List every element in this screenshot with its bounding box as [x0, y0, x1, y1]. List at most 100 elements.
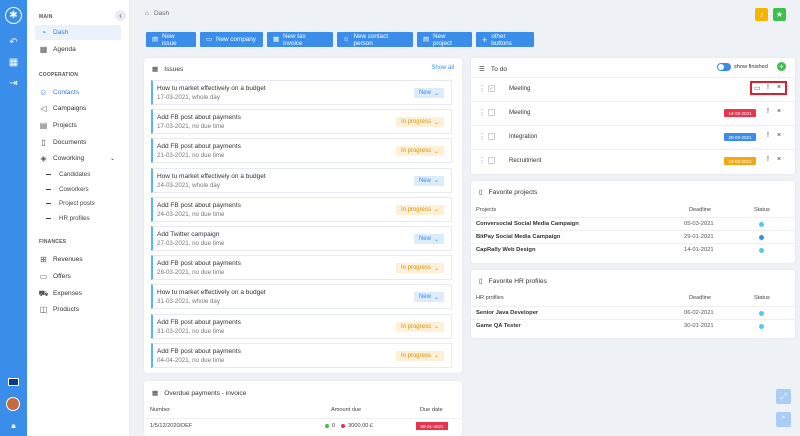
status-dropdown[interactable]: In progress ⌄	[395, 204, 444, 215]
collapse-sidebar-button[interactable]: ‹	[115, 10, 126, 21]
issue-title[interactable]: Add FB post about payments	[157, 348, 241, 355]
issue-item[interactable]: How tu market effectively on a budget 17-…	[151, 80, 452, 105]
issue-item[interactable]: Add FB post about payments 24-03-2021, no…	[151, 196, 452, 222]
issue-title[interactable]: Add Twitter campaign	[157, 231, 219, 238]
todo-date-badge[interactable]: 14-03-2021	[724, 109, 756, 117]
todo-checkbox[interactable]	[488, 133, 495, 140]
row-name[interactable]: BitPay Social Media Campaign	[476, 234, 560, 240]
drag-handle-icon[interactable]: ⋮	[478, 84, 486, 93]
issue-item[interactable]: How tu market effectively on a budget 24-…	[151, 167, 452, 193]
issue-title[interactable]: Add FB post about payments	[157, 202, 241, 209]
sidebar-item-expenses[interactable]: ⛟ Expenses	[35, 286, 121, 301]
sidebar-subitem-project-posts[interactable]: Project posts	[46, 200, 95, 207]
language-flag-icon[interactable]	[8, 378, 19, 386]
sidebar-item-projects[interactable]: ▤ Projects	[35, 118, 121, 133]
amount-due: 0 3000,00 £	[325, 423, 373, 429]
issue-item[interactable]: Add FB post about payments 21-03-2021, no…	[151, 138, 452, 164]
sidebar-item-coworking[interactable]: ◈ Coworking ⌄	[35, 151, 121, 166]
issue-title[interactable]: Add FB post about payments	[157, 260, 241, 267]
sidebar-item-documents[interactable]: ▯ Documents	[35, 135, 121, 150]
priority-icon[interactable]: !	[767, 132, 769, 139]
table-row[interactable]: Senior Java Developer 06-02-2021	[471, 306, 795, 319]
status-label: New	[418, 294, 431, 301]
todo-checkbox[interactable]	[488, 109, 495, 116]
issue-item[interactable]: Add FB post about payments 28-03-2021, no…	[151, 255, 452, 281]
back-icon[interactable]: ↶	[6, 35, 21, 50]
priority-icon[interactable]: !	[767, 156, 769, 163]
sidebar-item-products[interactable]: ◫ Products	[35, 302, 121, 317]
status-dropdown[interactable]: New ⌄	[413, 292, 444, 303]
show-finished-label: show finished	[734, 64, 768, 70]
todo-date-badge[interactable]: 20-03-2021	[724, 133, 756, 141]
delete-icon[interactable]: ×	[777, 156, 781, 163]
logo-icon[interactable]: ✱	[5, 7, 22, 24]
new-tax-invoice-button[interactable]: ▦ New tax invoice	[267, 32, 333, 47]
home-icon[interactable]: ⌂	[145, 10, 149, 17]
new-project-button[interactable]: ▤ New project	[417, 32, 472, 47]
sidebar-item-dash[interactable]: ◔ Dash	[35, 25, 121, 40]
show-finished-toggle[interactable]	[717, 63, 731, 71]
drag-handle-icon[interactable]: ⋮	[478, 132, 486, 141]
new-issue-button[interactable]: ▤ New issue	[146, 32, 196, 47]
issue-item[interactable]: How tu market effectively on a budget 31-…	[151, 284, 452, 310]
grid-icon[interactable]: ▦	[6, 55, 21, 70]
status-dropdown[interactable]: New ⌄	[413, 175, 444, 186]
sidebar-item-contacts[interactable]: ☺ Contacts	[35, 85, 121, 100]
todo-checkbox[interactable]	[488, 157, 495, 164]
sidebar-item-agenda[interactable]: ▦ Agenda	[35, 42, 121, 57]
avatar[interactable]	[6, 397, 20, 411]
delete-icon[interactable]: ×	[777, 108, 781, 115]
status-dropdown[interactable]: New ⌄	[413, 234, 444, 244]
due-date-badge: 05-01-2021	[416, 422, 448, 430]
logout-icon[interactable]: ⇥	[6, 76, 21, 91]
issue-title[interactable]: Add FB post about payments	[157, 319, 241, 326]
sidebar-item-revenues[interactable]: ⊞ Revenues	[35, 252, 121, 267]
status-dropdown[interactable]: In progress ⌄	[395, 350, 444, 361]
drag-handle-icon[interactable]: ⋮	[478, 108, 486, 117]
issue-title[interactable]: Add FB post about payments	[157, 114, 241, 121]
sidebar-subitem-coworkers[interactable]: Coworkers	[46, 186, 89, 193]
sidebar-subitem-candidates[interactable]: Candidates	[46, 171, 90, 178]
issue-title[interactable]: How tu market effectively on a budget	[157, 289, 266, 296]
section-finances: FINANCES	[39, 239, 67, 245]
expand-button[interactable]: ⤢	[776, 389, 791, 404]
sidebar-item-offers[interactable]: ▭ Offers	[35, 269, 121, 284]
show-all-link[interactable]: Show all	[431, 65, 454, 71]
issue-title[interactable]: How tu market effectively on a budget	[157, 173, 266, 180]
notification-bell-button[interactable]: ♪	[755, 8, 768, 21]
priority-icon[interactable]: !	[767, 108, 769, 115]
status-dropdown[interactable]: In progress ⌄	[395, 321, 444, 332]
table-row[interactable]: BitPay Social Media Campaign 29-01-2021	[471, 230, 795, 243]
table-row[interactable]: Conversocial Social Media Campaign 05-03-…	[471, 217, 795, 230]
invoice-number[interactable]: 1/5/12/2020/DEF	[150, 423, 192, 429]
row-name[interactable]: Game QA Tester	[476, 323, 521, 329]
sidebar-item-campaigns[interactable]: ◁ Campaigns	[35, 101, 121, 116]
add-todo-button[interactable]: +	[777, 62, 786, 71]
table-row[interactable]: Game QA Tester 30-01-2021	[471, 319, 795, 332]
sidebar-subitem-hr-profiles[interactable]: HR profiles	[46, 215, 90, 222]
scroll-top-button[interactable]: ⌃	[776, 412, 791, 427]
issue-item[interactable]: Add Twitter campaign 27-03-2021, no due t…	[151, 226, 452, 251]
issue-item[interactable]: Add FB post about payments 04-04-2021, no…	[151, 342, 452, 368]
favorites-star-button[interactable]: ★	[773, 8, 786, 21]
delete-icon[interactable]: ×	[777, 132, 781, 139]
other-buttons-button[interactable]: + other buttons	[476, 32, 534, 47]
table-row[interactable]: CapRally Web Design 14-01-2021	[471, 243, 795, 256]
issue-item[interactable]: Add FB post about payments 17-03-2021, no…	[151, 109, 452, 135]
issue-title[interactable]: Add FB post about payments	[157, 143, 241, 150]
status-dropdown[interactable]: In progress ⌄	[395, 263, 444, 274]
issue-item[interactable]: Add FB post about payments 31-03-2021, no…	[151, 313, 452, 339]
status-dropdown[interactable]: New ⌄	[413, 88, 444, 98]
status-dropdown[interactable]: In progress ⌄	[395, 117, 444, 128]
new-company-button[interactable]: ▭ New company	[200, 32, 263, 47]
status-dropdown[interactable]: In progress ⌄	[395, 146, 444, 157]
drag-handle-icon[interactable]: ⋮	[478, 156, 486, 165]
todo-checkbox[interactable]: ✓	[488, 85, 495, 92]
row-name[interactable]: Conversocial Social Media Campaign	[476, 221, 579, 227]
issue-title[interactable]: How tu market effectively on a budget	[157, 85, 266, 92]
todo-date-badge[interactable]: 16-03-2021	[724, 157, 756, 165]
row-name[interactable]: Senior Java Developer	[476, 310, 538, 316]
row-name[interactable]: CapRally Web Design	[476, 247, 536, 253]
lock-icon[interactable]: 🔒︎	[6, 418, 21, 433]
new-contact-person-button[interactable]: ☺ New contact person	[337, 32, 413, 47]
